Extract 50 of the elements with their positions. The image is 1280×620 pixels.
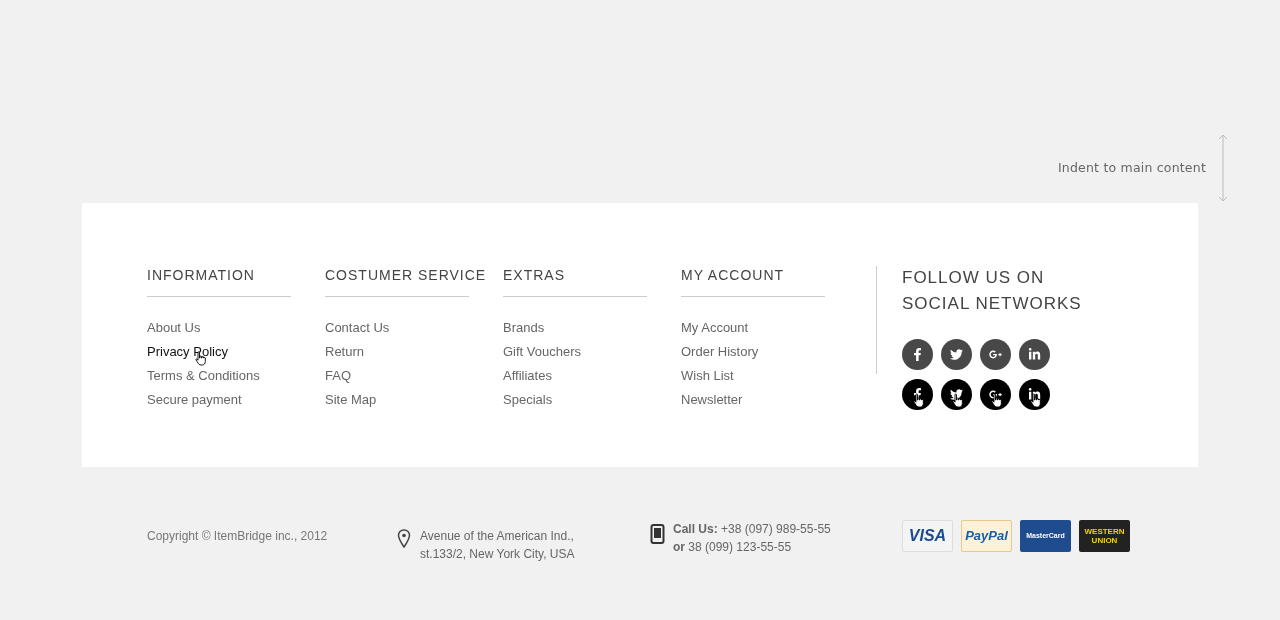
hand-cursor-icon <box>952 393 964 408</box>
copyright-text: Copyright © ItemBridge inc., 2012 <box>147 528 329 545</box>
twitter-button[interactable] <box>941 339 972 370</box>
indent-note: Indent to main content <box>1057 158 1206 177</box>
google-plus-icon <box>989 348 1002 361</box>
footer-link[interactable]: My Account <box>681 319 749 336</box>
payment-logo: WESTERN UNION <box>1079 520 1130 552</box>
column-heading: MY ACCOUNT <box>681 266 785 285</box>
footer-link[interactable]: Return <box>325 343 365 360</box>
hand-cursor-icon <box>913 393 925 408</box>
google-plus-button[interactable] <box>980 339 1011 370</box>
payment-logo: VISA <box>902 520 953 552</box>
footer-link[interactable]: Terms & Conditions <box>147 367 260 384</box>
address-line: st.133/2, New York City, USA <box>420 546 575 563</box>
payment-logo: PayPal <box>961 520 1012 552</box>
footer-link[interactable]: Specials <box>503 391 553 408</box>
column-heading: EXTRAS <box>503 266 565 285</box>
footer-link[interactable]: Wish List <box>681 367 734 384</box>
google-plus-icon <box>989 388 1002 401</box>
phone-icon <box>650 524 665 544</box>
column-heading: COSTUMER SERVICE <box>325 266 487 285</box>
footer-link[interactable]: Secure payment <box>147 391 242 408</box>
hand-cursor-icon <box>1030 393 1042 408</box>
linkedin-button[interactable] <box>1019 339 1050 370</box>
footer-link[interactable]: About Us <box>147 319 201 336</box>
footer-link[interactable]: Gift Vouchers <box>503 343 582 360</box>
footer-link[interactable]: FAQ <box>325 367 351 384</box>
twitter-button[interactable] <box>941 379 972 410</box>
hand-cursor-icon <box>991 393 1003 408</box>
social-heading: FOLLOW US ON SOCIAL NETWORKS <box>902 267 1083 315</box>
address-line: Avenue of the American Ind., <box>420 528 575 545</box>
facebook-button[interactable] <box>902 379 933 410</box>
phone-line: Call Us: +38 (097) 989-55-55 <box>673 521 831 538</box>
twitter-icon <box>950 348 963 361</box>
footer-link[interactable]: Brands <box>503 319 545 336</box>
column-heading: INFORMATION <box>147 266 255 285</box>
footer-link[interactable]: Contact Us <box>325 319 390 336</box>
linkedin-button[interactable] <box>1019 379 1050 410</box>
footer-link[interactable]: Site Map <box>325 391 377 408</box>
google-plus-button[interactable] <box>980 379 1011 410</box>
vertical-arrow-icon <box>1218 134 1228 202</box>
facebook-icon <box>911 348 924 361</box>
footer-link[interactable]: Privacy Policy <box>147 343 228 360</box>
footer-link[interactable]: Affiliates <box>503 367 552 384</box>
phone-line: or 38 (099) 123-55-55 <box>673 539 793 556</box>
location-pin-icon <box>397 529 411 548</box>
footer-link[interactable]: Order History <box>681 343 759 360</box>
linkedin-icon <box>1028 348 1041 361</box>
footer-link[interactable]: Newsletter <box>681 391 743 408</box>
facebook-button[interactable] <box>902 339 933 370</box>
